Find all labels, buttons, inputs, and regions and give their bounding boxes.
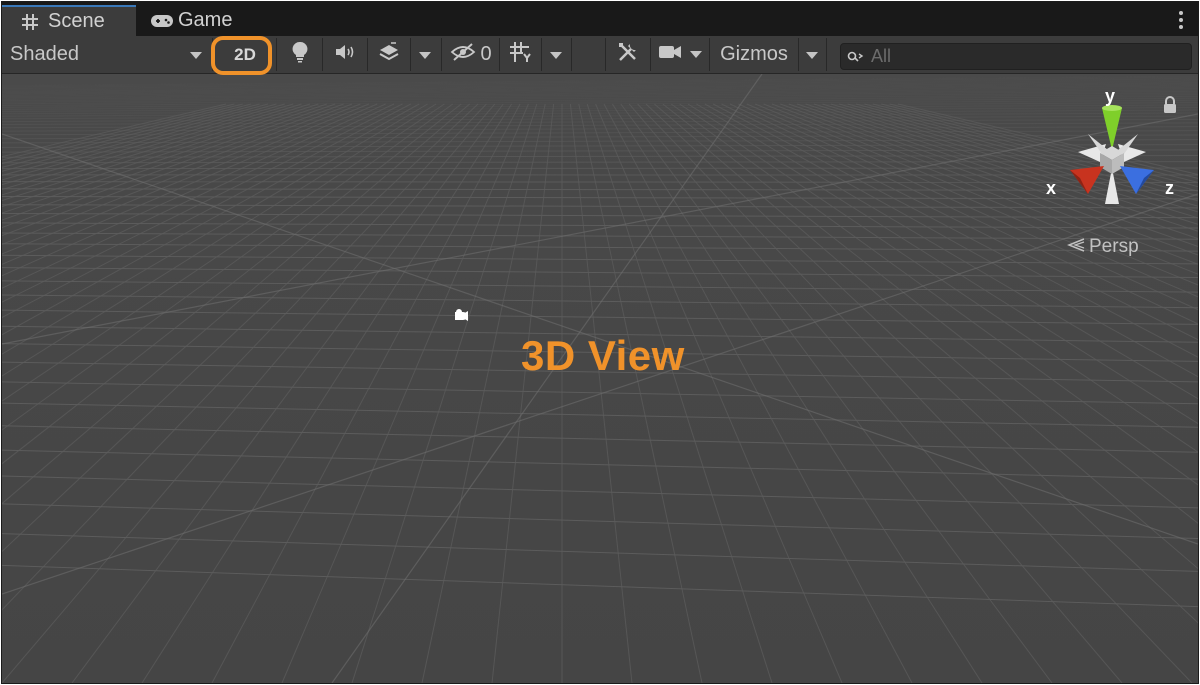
gizmos-label: Gizmos	[720, 43, 788, 65]
search-icon	[847, 48, 867, 66]
view-mode-annotation: 3D View	[521, 332, 685, 379]
grid-hash-icon	[18, 12, 42, 32]
grid-snap-button[interactable]	[501, 38, 541, 71]
camera-settings-button[interactable]	[652, 38, 708, 71]
search-input[interactable]: All	[840, 43, 1192, 70]
camera-icon	[658, 44, 682, 65]
chevron-down-icon	[690, 50, 702, 58]
tab-game[interactable]: Game	[142, 5, 252, 36]
grid-axis-icon	[509, 41, 533, 68]
audio-toggle-button[interactable]	[324, 38, 366, 71]
tab-scene[interactable]: Scene	[2, 5, 136, 36]
lighting-toggle-button[interactable]	[278, 38, 322, 71]
chevron-down-icon	[419, 52, 431, 59]
scene-window: Scene Game Shaded 2D 0 Gizmos All y x z …	[1, 1, 1199, 684]
axis-label-y: y	[1105, 86, 1116, 106]
lock-icon[interactable]	[1162, 96, 1178, 114]
more-options-icon[interactable]	[1178, 10, 1184, 30]
draw-mode-label: Shaded	[10, 43, 79, 65]
effects-dropdown[interactable]	[410, 38, 440, 71]
tab-game-label: Game	[178, 9, 233, 31]
lightbulb-icon	[292, 41, 308, 68]
gizmos-button[interactable]: Gizmos	[711, 38, 797, 71]
effects-button[interactable]	[369, 38, 409, 71]
toggle-2d-highlight	[211, 36, 272, 75]
orientation-gizmo[interactable]: y x z	[1046, 86, 1178, 212]
grid-dropdown[interactable]	[542, 38, 570, 71]
chevron-down-icon	[190, 52, 202, 59]
draw-mode-dropdown[interactable]: Shaded	[2, 38, 208, 71]
chevron-down-icon	[550, 52, 562, 59]
layers-icon	[378, 42, 400, 67]
projection-toggle[interactable]: Persp	[1066, 236, 1139, 258]
chevron-left-icon	[1066, 236, 1085, 258]
search-placeholder: All	[871, 46, 892, 66]
tools-button[interactable]	[607, 38, 649, 71]
axis-label-x: x	[1046, 178, 1057, 198]
tools-icon	[617, 41, 639, 68]
scene-toolbar: Shaded 2D 0 Gizmos All	[2, 36, 1198, 74]
axis-label-z: z	[1165, 178, 1174, 198]
chevron-down-icon	[806, 52, 818, 59]
speaker-icon	[334, 43, 356, 66]
tab-bar: Scene Game	[2, 2, 1198, 36]
eye-slash-icon	[450, 43, 476, 66]
projection-label: Persp	[1089, 236, 1139, 257]
hidden-objects-button[interactable]: 0	[443, 38, 499, 71]
hidden-count: 0	[480, 43, 492, 65]
gizmos-dropdown[interactable]	[799, 38, 825, 71]
tab-scene-label: Scene	[48, 10, 105, 32]
gamepad-icon	[150, 11, 174, 31]
light-gizmo-icon[interactable]	[451, 308, 469, 324]
